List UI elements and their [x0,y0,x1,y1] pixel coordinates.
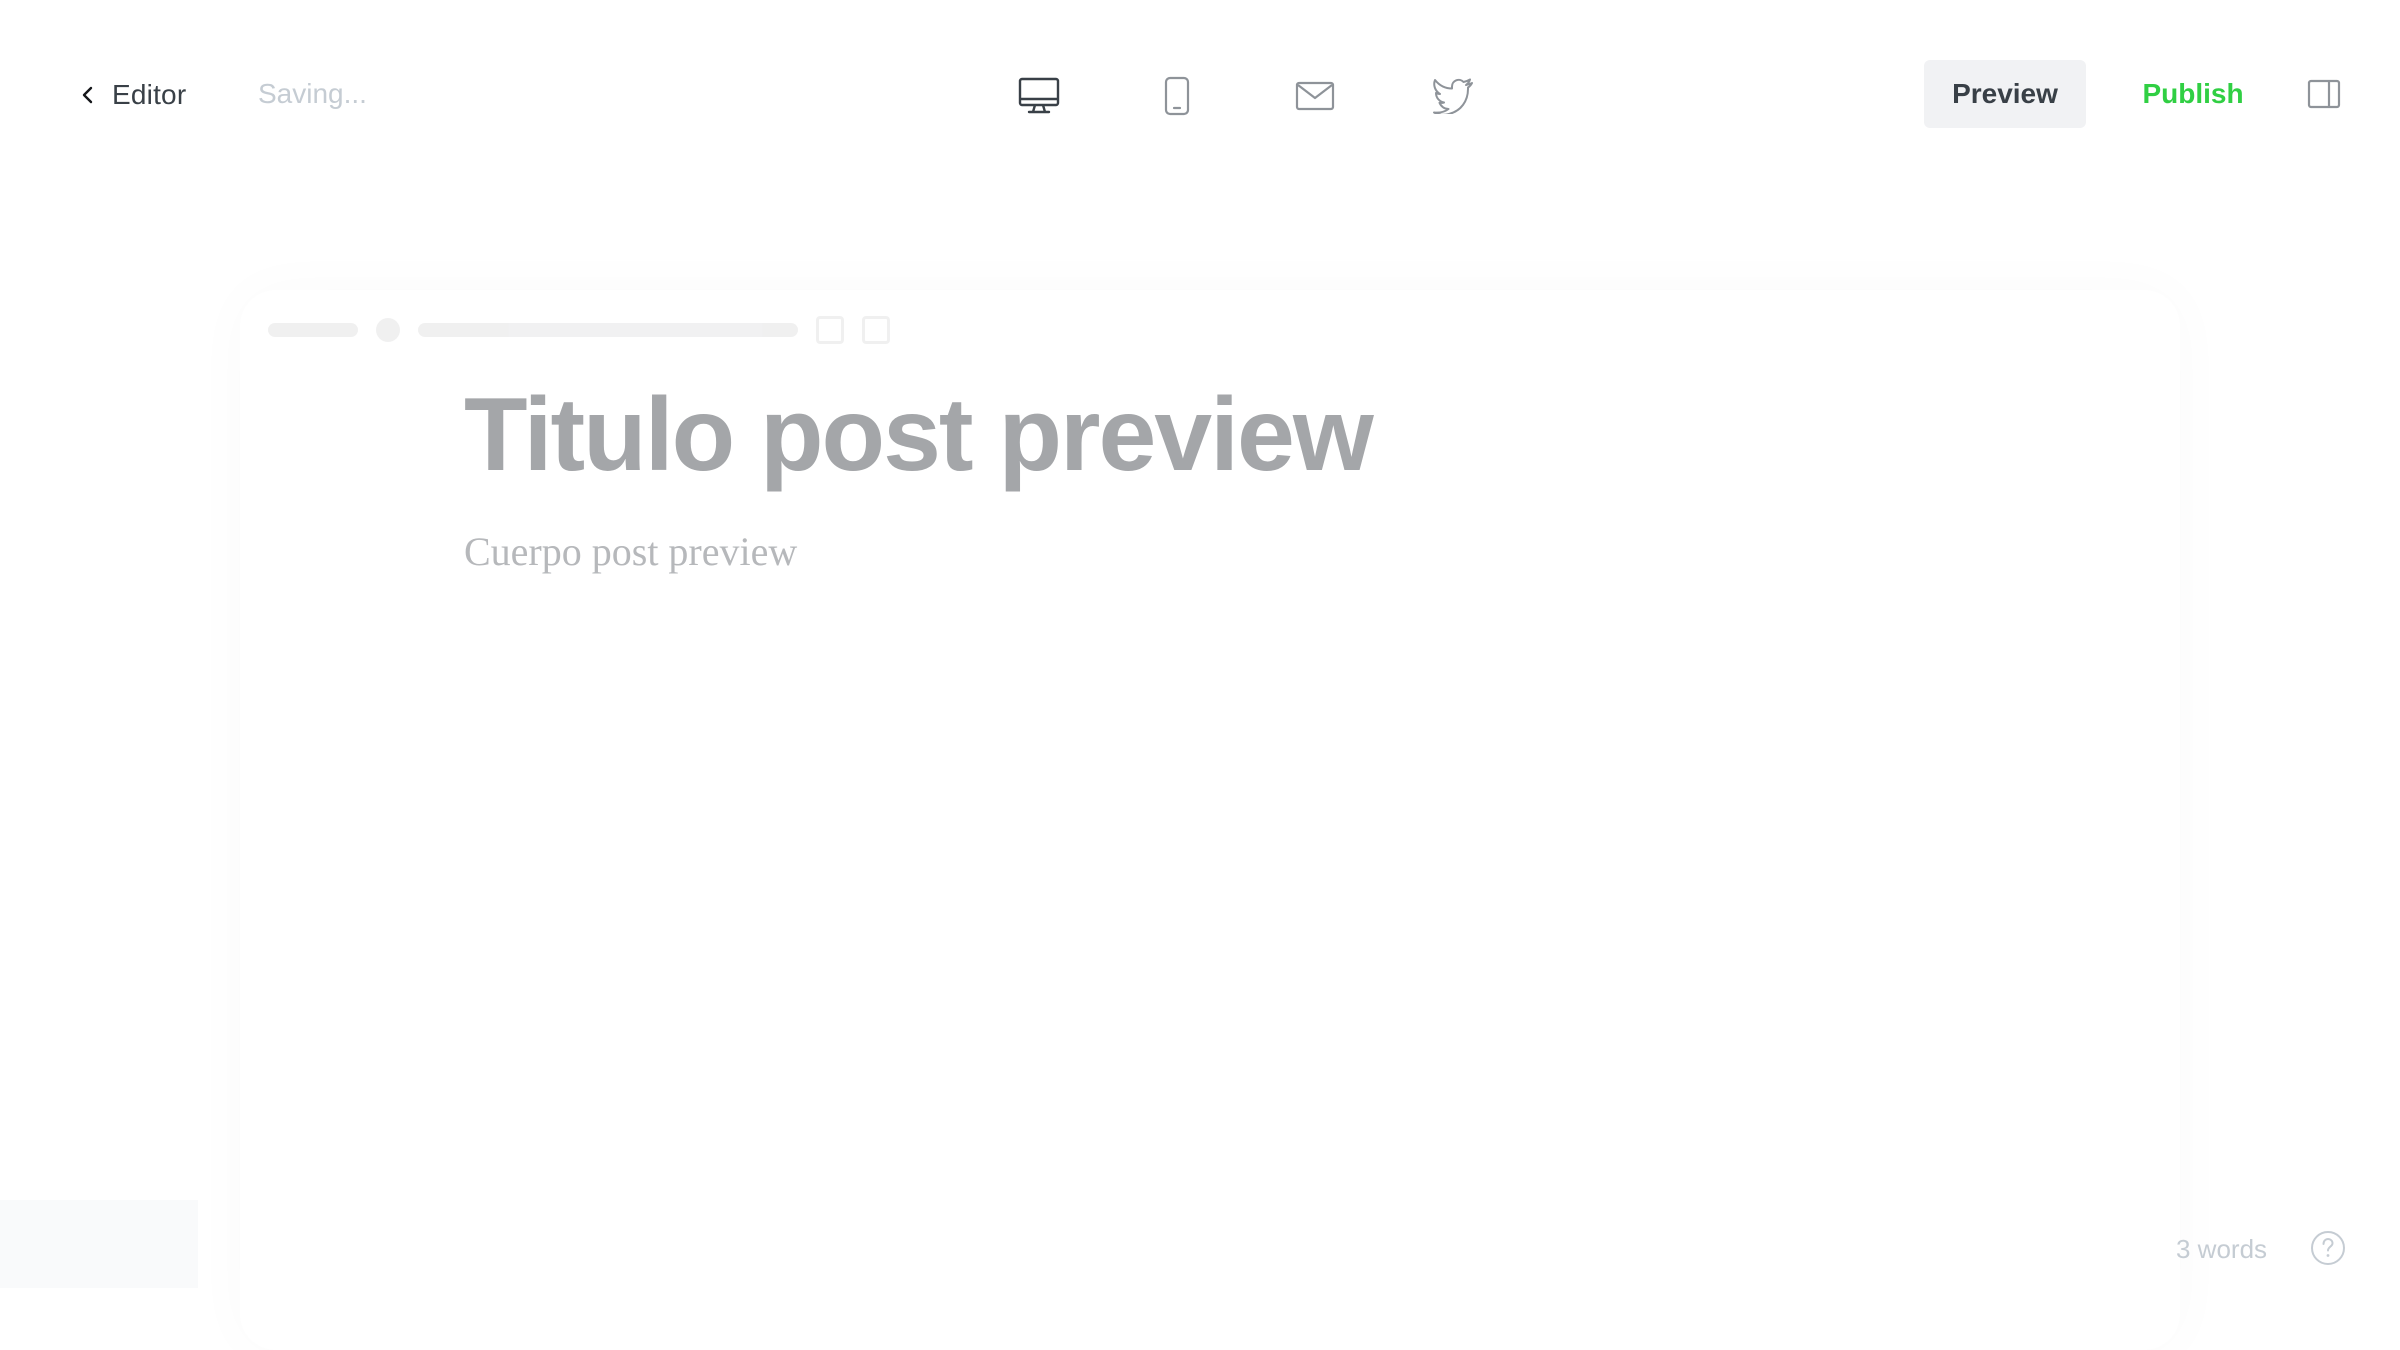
twitter-preview-toggle[interactable] [1384,68,1522,124]
mobile-icon [1164,76,1190,116]
faded-browser-bar [268,316,890,344]
editor-header: Editor Saving... Preview Publish [0,0,2400,190]
post-body: Cuerpo post preview [464,529,798,574]
email-preview-toggle[interactable] [1246,68,1384,124]
faded-panel [0,1200,198,1288]
chevron-left-icon [82,86,93,104]
twitter-icon [1433,78,1473,114]
help-button[interactable] [2308,1228,2348,1268]
save-status: Saving... [258,78,367,109]
device-toggle-group [970,68,1522,124]
faded-element [268,323,358,337]
preview-button[interactable]: Preview [1924,60,2086,128]
desktop-preview-toggle[interactable] [970,68,1108,124]
settings-sidebar-toggle[interactable] [2300,72,2348,116]
back-link-label: Editor [112,79,187,110]
faded-icon [816,316,844,344]
faded-favicon [376,318,400,342]
faded-url [418,323,798,337]
sidebar-toggle-icon [2307,79,2341,109]
back-to-editor-link[interactable]: Editor [78,70,186,120]
help-icon [2311,1231,2345,1265]
faded-icon [862,316,890,344]
word-count: 3 words [2176,1234,2268,1264]
desktop-icon [1018,77,1060,114]
publish-button[interactable]: Publish [2118,60,2268,128]
email-icon [1295,81,1335,111]
mobile-preview-toggle[interactable] [1108,68,1246,124]
post-title: Titulo post preview [464,377,1374,493]
